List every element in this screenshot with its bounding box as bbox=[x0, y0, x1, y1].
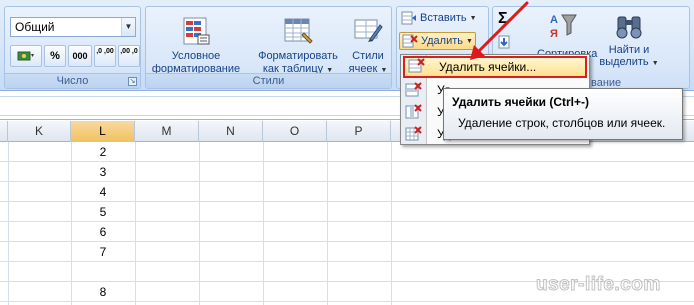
conditional-formatting-label-1: Условное bbox=[171, 50, 221, 62]
format-as-table-label-1: Форматировать bbox=[258, 50, 338, 62]
format-as-table-icon bbox=[282, 15, 314, 47]
insert-label: Вставить bbox=[420, 12, 467, 24]
thousands-separator-button[interactable]: 000 bbox=[68, 45, 92, 67]
number-group: Общий ▼ % 000 ,0 ,00 ,00 ,0 Число ↘ bbox=[4, 6, 141, 89]
find-select-button[interactable]: Найти и выделить ▼ bbox=[598, 11, 660, 68]
column-header-p[interactable]: P bbox=[327, 121, 391, 142]
svg-text:А: А bbox=[550, 14, 558, 26]
grid-line bbox=[263, 142, 264, 305]
delete-rows-icon bbox=[401, 79, 427, 101]
cell-styles-button[interactable]: Стили ячеек ▼ bbox=[346, 15, 390, 77]
insert-cells-icon bbox=[401, 11, 416, 25]
cell-styles-icon bbox=[352, 15, 384, 47]
column-header-o[interactable]: O bbox=[263, 121, 327, 142]
chevron-down-icon: ▼ bbox=[469, 14, 477, 22]
delete-sheet-icon bbox=[401, 123, 427, 145]
styles-group: Условное форматирование ▼ Форматировать … bbox=[145, 6, 392, 89]
delete-columns-icon bbox=[401, 101, 427, 123]
number-format-value: Общий bbox=[15, 20, 55, 34]
cell-l[interactable]: 8 bbox=[71, 282, 135, 302]
chevron-down-icon: ▼ bbox=[466, 37, 473, 45]
cell-l[interactable] bbox=[71, 262, 135, 282]
cell-styles-label-1: Стили bbox=[352, 50, 384, 62]
cell-l[interactable]: 7 bbox=[71, 242, 135, 262]
percent-label: % bbox=[50, 50, 60, 62]
chevron-down-icon[interactable]: ▼ bbox=[121, 18, 135, 36]
column-header-partial[interactable] bbox=[0, 121, 8, 142]
decrease-decimal-label: ,00 ,0 bbox=[120, 48, 138, 55]
delete-cells-icon bbox=[405, 56, 431, 78]
format-as-table-button[interactable]: Форматировать как таблицу ▼ bbox=[252, 15, 344, 77]
sort-filter-icon: АЯ bbox=[550, 14, 577, 40]
grid-line bbox=[391, 142, 392, 305]
thousands-label: 000 bbox=[72, 51, 88, 61]
column-header-l[interactable]: L bbox=[71, 121, 135, 142]
find-select-label-2: выделить bbox=[599, 56, 649, 68]
conditional-formatting-icon bbox=[180, 15, 212, 47]
dialog-launcher-icon[interactable]: ↘ bbox=[128, 77, 137, 86]
binoculars-icon bbox=[616, 16, 642, 39]
grid-line bbox=[199, 142, 200, 305]
column-header-n[interactable]: N bbox=[199, 121, 263, 142]
delete-button[interactable]: Удалить ▼ bbox=[399, 32, 476, 50]
tooltip-description: Удаление строк, столбцов или ячеек. bbox=[458, 116, 666, 130]
column-header-k[interactable]: K bbox=[8, 121, 71, 142]
sum-symbol: Σ bbox=[498, 10, 508, 27]
tooltip: Удалить ячейки (Ctrl+-) Удаление строк, … bbox=[443, 88, 683, 140]
grid-line bbox=[135, 142, 136, 305]
insert-button[interactable]: Вставить ▼ bbox=[401, 11, 477, 25]
percent-button[interactable]: % bbox=[44, 45, 66, 67]
menu-item-delete-cells[interactable]: Удалить ячейки... bbox=[403, 56, 587, 78]
increase-decimal-button[interactable]: ,0 ,00 bbox=[94, 45, 116, 67]
delete-label: Удалить bbox=[421, 35, 463, 47]
tooltip-title: Удалить ячейки (Ctrl+-) bbox=[452, 95, 589, 109]
cell-l[interactable]: 3 bbox=[71, 162, 135, 182]
fill-button[interactable] bbox=[498, 35, 514, 52]
currency-format-button[interactable] bbox=[10, 45, 42, 67]
decrease-decimal-button[interactable]: ,00 ,0 bbox=[118, 45, 140, 67]
watermark: user-life.com bbox=[536, 274, 661, 296]
currency-icon bbox=[17, 51, 34, 61]
cell-l[interactable]: 2 bbox=[71, 142, 135, 162]
grid-line bbox=[327, 142, 328, 305]
number-group-label: Число bbox=[5, 73, 140, 88]
delete-cells-icon bbox=[402, 34, 418, 48]
chevron-down-icon: ▼ bbox=[651, 60, 659, 67]
cell-l[interactable]: 6 bbox=[71, 222, 135, 242]
number-format-combo[interactable]: Общий ▼ bbox=[10, 17, 136, 37]
sort-filter-button[interactable]: АЯ Сортировка bbox=[537, 11, 597, 60]
styles-group-label: Стили bbox=[146, 73, 391, 88]
autosum-button[interactable]: Σ bbox=[498, 10, 508, 28]
find-select-label-1: Найти и bbox=[608, 44, 650, 56]
increase-decimal-label: ,0 ,00 bbox=[96, 48, 114, 55]
cell-l[interactable]: 4 bbox=[71, 182, 135, 202]
svg-text:Я: Я bbox=[550, 28, 558, 40]
column-header-m[interactable]: M bbox=[135, 121, 199, 142]
fill-icon bbox=[498, 35, 510, 49]
menu-item-label: Удалить ячейки... bbox=[439, 60, 537, 74]
grid-line bbox=[8, 142, 9, 305]
cell-l[interactable]: 5 bbox=[71, 202, 135, 222]
